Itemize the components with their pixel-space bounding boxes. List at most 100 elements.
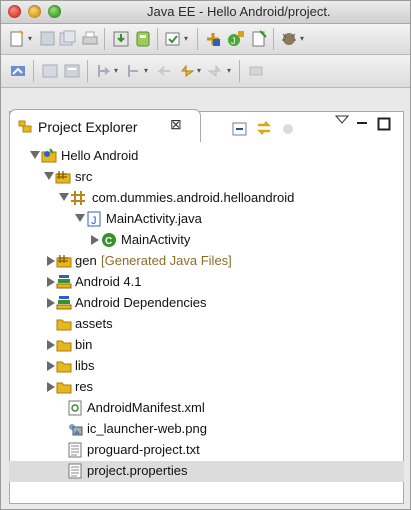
minimize-window-button[interactable]: [28, 5, 41, 18]
text-file-icon: [68, 442, 82, 458]
expanded-chevron-icon[interactable]: [30, 151, 40, 159]
toolbar-separator: [33, 60, 34, 82]
tree-item-ic-launcher[interactable]: ic_launcher-web.png: [9, 419, 404, 440]
tree-item-mainactivity-class[interactable]: C MainActivity: [9, 230, 404, 251]
source-folder-icon: [55, 171, 71, 184]
expanded-chevron-icon[interactable]: [44, 172, 54, 180]
maximize-view-icon[interactable]: [377, 117, 391, 131]
svg-text:J: J: [91, 215, 97, 227]
open-type-icon[interactable]: [112, 30, 130, 48]
java-file-icon: J: [87, 211, 101, 227]
package-icon: [71, 191, 85, 205]
next-annotation-icon[interactable]: [95, 62, 113, 80]
new-java-class-icon[interactable]: J: [227, 30, 245, 48]
new-file-icon[interactable]: [250, 30, 268, 48]
tree-item-label: src: [75, 169, 93, 184]
eclipse-window: Java EE - Hello Android/project. ▾ ▾ J ▾…: [0, 0, 411, 510]
tree-item-bin[interactable]: bin: [9, 335, 404, 356]
tree-item-src[interactable]: src: [9, 167, 404, 188]
tree-item-label: MainActivity.java: [106, 211, 202, 226]
collapsed-chevron-icon[interactable]: [47, 361, 55, 371]
new-java-package-icon[interactable]: [204, 30, 222, 48]
collapsed-chevron-icon[interactable]: [47, 298, 55, 308]
toolbar-separator: [104, 28, 105, 50]
toolbar-separator: [197, 28, 198, 50]
toolbar-separator: [157, 28, 158, 50]
collapsed-chevron-icon[interactable]: [47, 256, 55, 266]
main-toolbar: ▾ ▾ J ▾: [1, 24, 410, 55]
project-explorer-icon: [18, 120, 32, 133]
close-icon[interactable]: ⊠: [170, 116, 182, 133]
toggle-mark-occurrences-icon[interactable]: [63, 62, 81, 80]
android-project-icon: [41, 148, 57, 163]
external-tools-icon[interactable]: [9, 62, 27, 80]
back-icon[interactable]: [177, 62, 195, 80]
folder-icon: [56, 340, 72, 352]
debug-dropdown-icon[interactable]: ▾: [300, 34, 304, 43]
new-icon[interactable]: [9, 30, 27, 48]
close-window-button[interactable]: [8, 5, 21, 18]
new-dropdown-icon[interactable]: ▾: [28, 34, 32, 43]
last-edit-location-icon[interactable]: [155, 62, 173, 80]
tree-item-androidmanifest[interactable]: AndroidManifest.xml: [9, 398, 404, 419]
view-tab-bar: Project Explorer ⊠: [9, 109, 404, 143]
collapse-all-icon[interactable]: [232, 121, 248, 137]
toolbar-separator: [273, 28, 274, 50]
debug-icon[interactable]: [280, 30, 298, 48]
pin-editor-icon[interactable]: [247, 62, 265, 80]
svg-text:J: J: [231, 36, 236, 46]
tab-project-explorer[interactable]: Project Explorer ⊠: [9, 109, 201, 142]
expanded-chevron-icon[interactable]: [75, 214, 85, 222]
forward-dropdown-icon[interactable]: ▾: [227, 66, 231, 75]
focus-icon[interactable]: [281, 122, 295, 136]
source-folder-icon: [56, 255, 72, 268]
toggle-breadcrumb-icon[interactable]: [41, 62, 59, 80]
tree-item-res[interactable]: res: [9, 377, 404, 398]
svg-text:C: C: [105, 236, 112, 247]
image-file-icon: [69, 424, 83, 436]
print-icon[interactable]: [81, 30, 99, 48]
library-icon: [56, 296, 72, 310]
class-icon: C: [102, 233, 116, 247]
tree-item-label: Android 4.1: [75, 274, 142, 289]
tree-item-label: MainActivity: [121, 232, 191, 247]
save-all-icon[interactable]: [59, 30, 77, 48]
next-annotation-dropdown-icon[interactable]: ▾: [114, 66, 118, 75]
tree-item-proguard[interactable]: proguard-project.txt: [9, 440, 404, 461]
tree-item-libs[interactable]: libs: [9, 356, 404, 377]
folder-icon: [56, 382, 72, 394]
tree-item-label: bin: [75, 337, 93, 352]
tree-item-project-properties[interactable]: project.properties: [9, 461, 404, 482]
tree-item-label: project.properties: [87, 463, 188, 478]
zoom-window-button[interactable]: [48, 5, 61, 18]
collapsed-chevron-icon[interactable]: [47, 340, 55, 350]
forward-icon[interactable]: [207, 62, 225, 80]
minimize-view-icon[interactable]: [355, 116, 369, 130]
tree-item-android-4-1[interactable]: Android 4.1: [9, 272, 404, 293]
collapsed-chevron-icon[interactable]: [47, 382, 55, 392]
tree-item-assets[interactable]: assets: [9, 314, 404, 335]
tree-item-gen[interactable]: gen [Generated Java Files]: [9, 251, 404, 272]
view-menu-icon[interactable]: [335, 115, 349, 125]
tree-item-android-dependencies[interactable]: Android Dependencies: [9, 293, 404, 314]
link-with-editor-icon[interactable]: [255, 119, 273, 137]
android-sdk-manager-icon[interactable]: [134, 30, 152, 48]
previous-annotation-icon[interactable]: [125, 62, 143, 80]
tree-item-hello-android[interactable]: Hello Android: [9, 146, 404, 167]
tree-item-label: ic_launcher-web.png: [87, 421, 207, 436]
tree-item-package[interactable]: com.dummies.android.helloandroid: [9, 188, 404, 209]
tree-item-label: Android Dependencies: [75, 295, 207, 310]
tree-item-label: gen: [75, 253, 97, 268]
previous-annotation-dropdown-icon[interactable]: ▾: [144, 66, 148, 75]
back-dropdown-icon[interactable]: ▾: [197, 66, 201, 75]
checklist-dropdown-icon[interactable]: ▾: [184, 34, 188, 43]
tree-item-label: Hello Android: [61, 148, 139, 163]
checklist-icon[interactable]: [164, 30, 182, 48]
tree-item-mainactivity-java[interactable]: J MainActivity.java: [9, 209, 404, 230]
xml-file-icon: [68, 400, 82, 416]
secondary-toolbar: ▾ ▾ ▾ ▾: [1, 55, 410, 88]
collapsed-chevron-icon[interactable]: [47, 277, 55, 287]
collapsed-chevron-icon[interactable]: [91, 235, 99, 245]
expanded-chevron-icon[interactable]: [59, 193, 69, 201]
save-icon[interactable]: [39, 30, 57, 48]
